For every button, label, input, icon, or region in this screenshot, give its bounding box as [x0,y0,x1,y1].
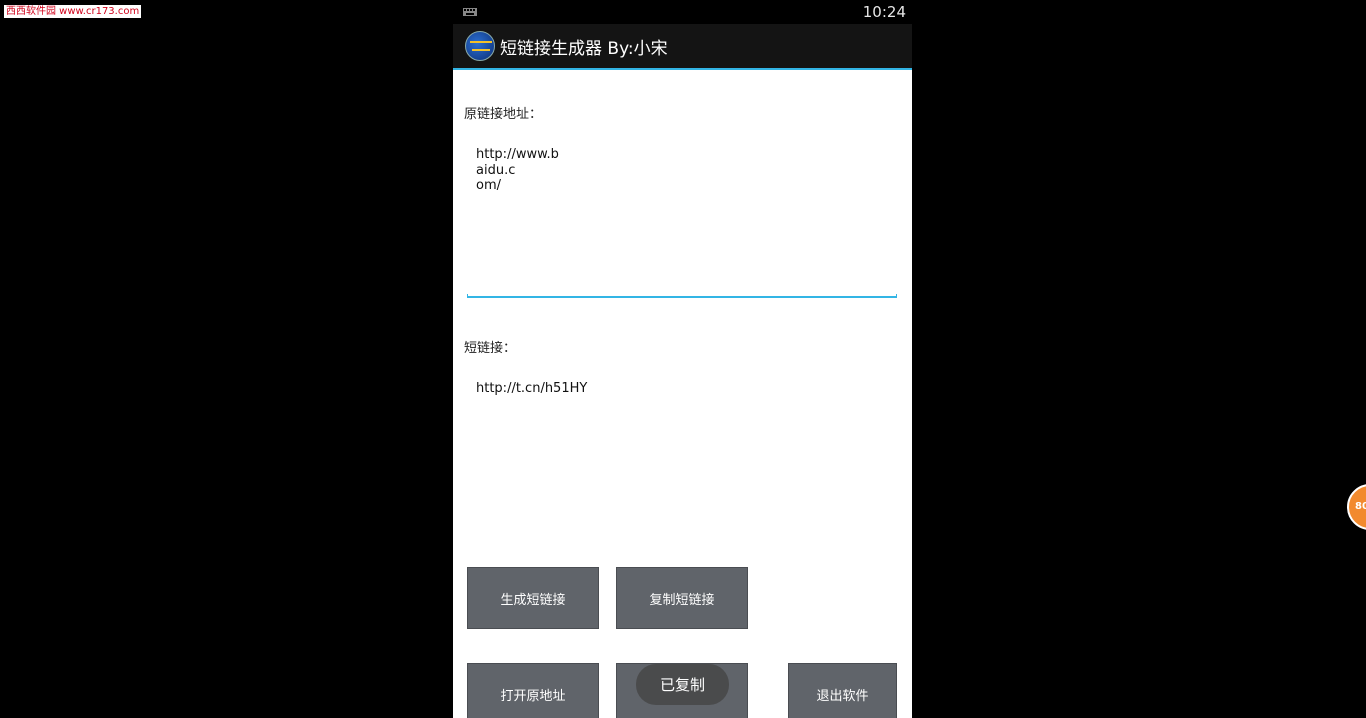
copied-toast: 已复制 [636,664,729,705]
exit-app-button[interactable]: 退出软件 [788,663,897,718]
status-bar: 10:24 [453,0,912,24]
app-logo-icon [465,31,495,61]
original-url-input-underline [467,294,897,298]
open-original-url-button[interactable]: 打开原地址 [467,663,599,718]
action-bar-divider [453,68,912,70]
short-url-label: 短链接： [464,341,517,356]
action-bar: 短链接生成器 By:小宋 [453,24,912,68]
floating-assist-ball[interactable]: 80 [1347,484,1366,530]
original-url-input[interactable]: http://www.b aidu.c om/ [476,147,559,194]
app-title: 短链接生成器 By:小宋 [500,39,668,59]
original-url-label: 原链接地址： [464,107,543,122]
android-screen: 10:24 短链接生成器 By:小宋 原链接地址： http://www.b a… [453,0,912,718]
site-watermark: 西西软件园 www.cr173.com [4,5,142,18]
generate-short-link-button[interactable]: 生成短链接 [467,567,599,629]
status-clock: 10:24 [862,3,906,21]
copy-short-link-button[interactable]: 复制短链接 [616,567,748,629]
short-url-output[interactable]: http://t.cn/h51HY [476,381,587,397]
keyboard-icon [463,8,477,16]
